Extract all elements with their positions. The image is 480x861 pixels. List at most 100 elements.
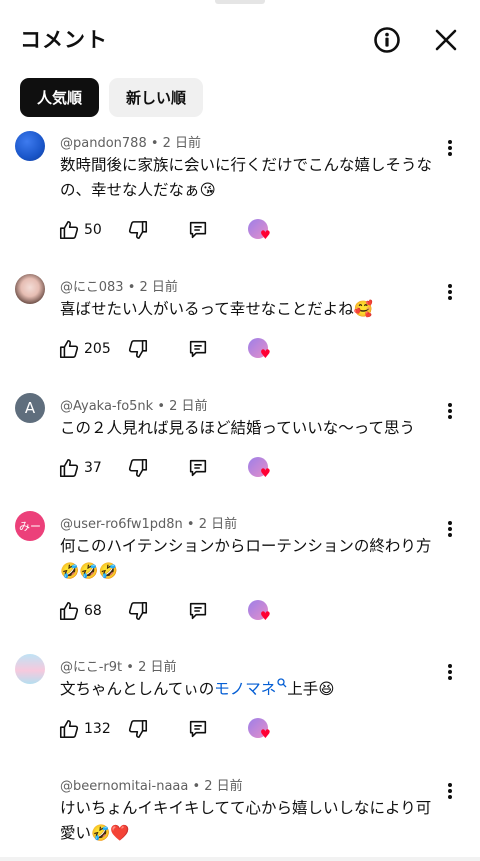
heart-icon: ♥ — [260, 347, 271, 361]
comment-actions: 205 ♥ — [58, 335, 298, 363]
like-count: 50 — [84, 222, 102, 238]
emoji: 🤣🤣🤣 — [60, 562, 118, 580]
reply-button[interactable] — [187, 715, 209, 743]
creator-avatar: ♥ — [248, 219, 271, 242]
comment-line: 数時間後に家族に会いに行くだけでこんな嬉しそうな — [60, 156, 433, 174]
chip-newest[interactable]: 新しい順 — [109, 78, 204, 117]
dislike-button[interactable] — [127, 216, 149, 244]
info-icon[interactable] — [373, 26, 401, 54]
search-link[interactable]: モノマネ — [214, 678, 287, 698]
avatar[interactable] — [15, 131, 45, 161]
comment-meta: @にこ083 • 2 日前 — [60, 280, 178, 295]
like-count: 205 — [84, 341, 111, 357]
reply-button[interactable] — [187, 335, 209, 363]
emoji: 😆 — [318, 680, 335, 698]
author-name[interactable]: @Ayaka-fo5nk — [60, 399, 153, 414]
comment-actions: 68 ♥ — [58, 597, 298, 625]
comment-line: 愛い🤣❤️ — [60, 824, 130, 842]
comment-text: けいちょんイキイキしてて心から嬉しいしなにより可 愛い🤣❤️ — [60, 796, 445, 846]
avatar[interactable] — [15, 274, 45, 304]
author-name[interactable]: @にこ083 — [60, 280, 124, 295]
reply-icon — [189, 720, 207, 738]
chip-top[interactable]: 人気順 — [20, 78, 100, 117]
like-button[interactable]: 132 — [58, 715, 111, 743]
creator-avatar: ♥ — [248, 718, 271, 741]
heart-icon: ♥ — [260, 727, 271, 741]
timestamp: 2 日前 — [169, 399, 208, 414]
dislike-button[interactable] — [127, 454, 149, 482]
comment-text: 数時間後に家族に会いに行くだけでこんな嬉しそうな の、幸せな人だなぁ😘 — [60, 153, 445, 203]
reply-icon — [189, 602, 207, 620]
creator-heart-badge: ♥ — [248, 597, 271, 625]
comment-text: 文ちゃんとしんてぃのモノマネ 上手😆 — [60, 677, 445, 702]
thumb-up-icon — [59, 220, 79, 240]
author-name[interactable]: @pandon788 — [60, 136, 147, 151]
close-icon[interactable] — [432, 26, 460, 54]
timestamp: 2 日前 — [198, 517, 238, 532]
avatar[interactable] — [15, 654, 45, 684]
timestamp: 2 日前 — [162, 136, 202, 151]
reply-icon — [189, 221, 207, 239]
emoji: 🥰 — [353, 300, 374, 318]
creator-avatar: ♥ — [248, 600, 271, 623]
creator-heart-badge: ♥ — [248, 715, 271, 743]
like-count: 68 — [84, 603, 102, 619]
thumb-up-icon — [59, 458, 79, 478]
timestamp: 2 日前 — [204, 779, 243, 794]
comment-line: 何このハイテンションからローテンションの終わり方 — [60, 537, 432, 555]
dislike-button[interactable] — [127, 715, 149, 743]
avatar[interactable]: A — [15, 393, 45, 423]
like-button[interactable]: 37 — [58, 454, 102, 482]
reply-icon — [189, 340, 207, 358]
comment-line: 文ちゃんとしんてぃのモノマネ 上手😆 — [60, 678, 335, 698]
reply-button[interactable] — [187, 454, 209, 482]
dislike-button[interactable] — [127, 335, 149, 363]
thumb-up-icon — [59, 719, 79, 739]
emoji: 🤣❤️ — [91, 824, 130, 842]
thumb-down-icon — [128, 220, 148, 240]
creator-heart-badge: ♥ — [248, 454, 271, 482]
creator-avatar: ♥ — [248, 457, 271, 480]
like-button[interactable]: 205 — [58, 335, 111, 363]
heart-icon: ♥ — [260, 466, 271, 480]
like-count: 37 — [84, 460, 102, 476]
reply-icon — [189, 459, 207, 477]
heart-icon: ♥ — [260, 228, 271, 242]
comment-line: の、幸せな人だなぁ😘 — [60, 181, 216, 199]
emoji: 😘 — [199, 181, 216, 199]
thumb-down-icon — [128, 719, 148, 739]
comment-meta: @Ayaka-fo5nk • 2 日前 — [60, 399, 208, 414]
bottom-edge — [0, 857, 480, 861]
dislike-button[interactable] — [127, 597, 149, 625]
thumb-down-icon — [128, 339, 148, 359]
comment-meta: @beernomitai-naaa • 2 日前 — [60, 779, 243, 794]
thumb-down-icon — [128, 601, 148, 621]
comment-line: 🤣🤣🤣 — [60, 559, 445, 584]
timestamp: 2 日前 — [139, 280, 178, 295]
comments-header: コメント — [0, 0, 480, 78]
like-button[interactable]: 50 — [58, 216, 102, 244]
author-name[interactable]: @user-ro6fw1pd8n — [60, 517, 183, 532]
comment-meta: @user-ro6fw1pd8n • 2 日前 — [60, 517, 238, 532]
comment-line: けいちょんイキイキしてて心から嬉しいしなにより可 — [60, 799, 432, 817]
comment-actions: 50 ♥ — [58, 216, 298, 244]
like-button[interactable]: 68 — [58, 597, 102, 625]
reply-button[interactable] — [187, 597, 209, 625]
avatar[interactable]: みー — [15, 511, 45, 541]
comment-meta: @にこ-r9t • 2 日前 — [60, 660, 177, 675]
comment-line: この２人見れば見るほど結婚っていいな〜って思う — [60, 419, 415, 437]
author-name[interactable]: @にこ-r9t — [60, 660, 122, 675]
comment-list: @pandon788 • 2 日前 数時間後に家族に会いに行くだけでこんな嬉しそ… — [0, 128, 480, 861]
comment-text: この２人見れば見るほど結婚っていいな〜って思う — [60, 416, 445, 441]
panel-title: コメント — [20, 28, 108, 52]
comment-meta: @pandon788 • 2 日前 — [60, 136, 202, 151]
heart-icon: ♥ — [260, 609, 271, 623]
reply-button[interactable] — [187, 216, 209, 244]
comment-text: 何このハイテンションからローテンションの終わり方 🤣🤣🤣 — [60, 534, 445, 584]
creator-avatar: ♥ — [248, 338, 271, 361]
sort-chips: 人気順 新しい順 — [20, 78, 204, 117]
search-icon — [277, 678, 287, 688]
creator-heart-badge: ♥ — [248, 216, 271, 244]
thumb-down-icon — [128, 458, 148, 478]
author-name[interactable]: @beernomitai-naaa — [60, 779, 188, 794]
